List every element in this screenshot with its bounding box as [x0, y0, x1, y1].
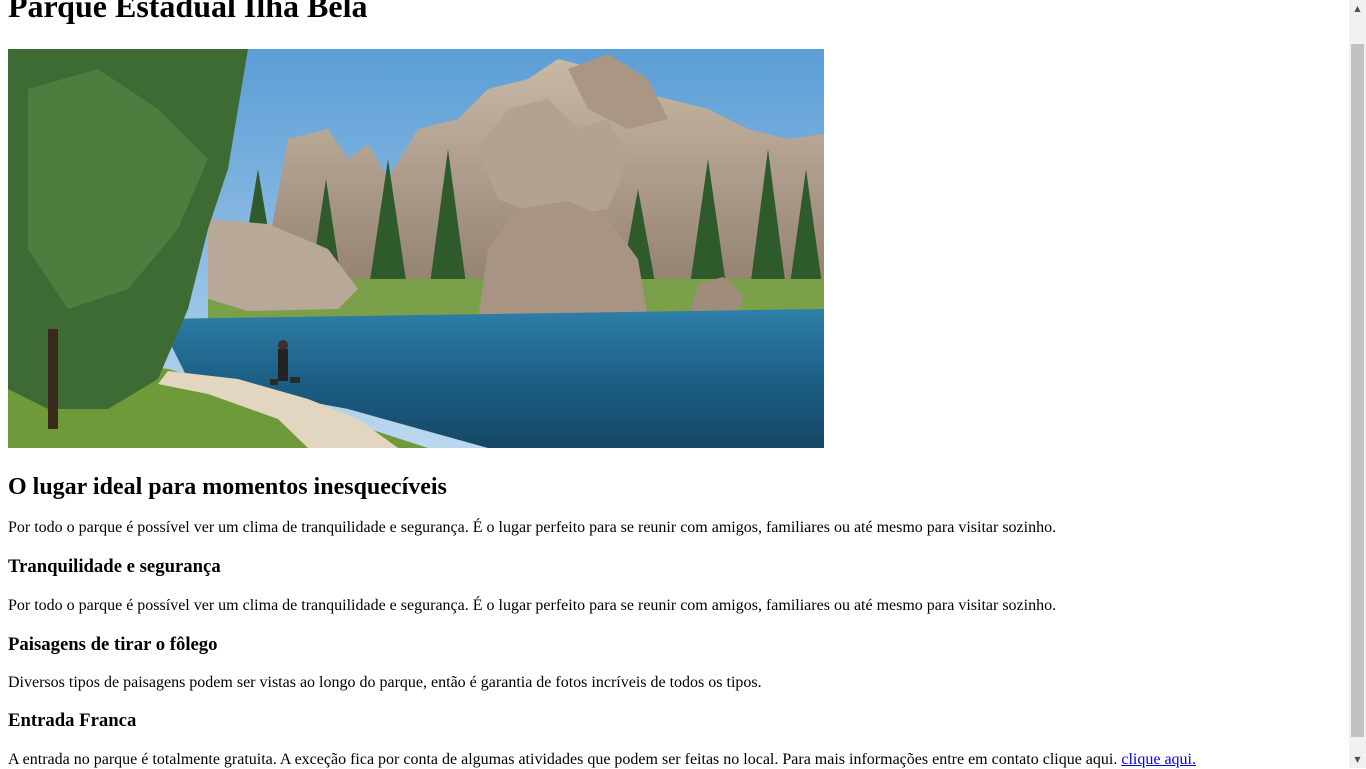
entry-heading: Entrada Franca: [8, 710, 137, 731]
safety-heading: Tranquilidade e segurança: [8, 556, 221, 577]
page-content: Parque Estadual Ilha Bela O lugar ideal …: [8, 0, 1342, 769]
intro-heading: O lugar ideal para momentos inesquecívei…: [8, 474, 447, 500]
landscapes-heading: Paisagens de tirar o fôlego: [8, 634, 218, 655]
landscapes-text: Diversos tipos de paisagens podem ser vi…: [8, 674, 762, 691]
entry-paragraph: A entrada no parque é totalmente gratuit…: [8, 751, 1342, 769]
safety-text: Por todo o parque é possível ver um clim…: [8, 597, 1057, 614]
vertical-scrollbar[interactable]: ▲ ▼: [1349, 0, 1366, 768]
page-title: Parque Estadual Ilha Bela: [8, 0, 368, 24]
triangle-up-icon[interactable]: ▲: [1349, 0, 1366, 17]
entry-text: A entrada no parque é totalmente gratuit…: [8, 751, 1122, 768]
scrollbar-thumb[interactable]: [1351, 44, 1364, 737]
contact-link[interactable]: clique aqui.: [1121, 751, 1196, 768]
hero-image: [8, 49, 824, 448]
triangle-down-icon[interactable]: ▼: [1349, 751, 1366, 768]
intro-text: Por todo o parque é possível ver um clim…: [8, 519, 1057, 536]
